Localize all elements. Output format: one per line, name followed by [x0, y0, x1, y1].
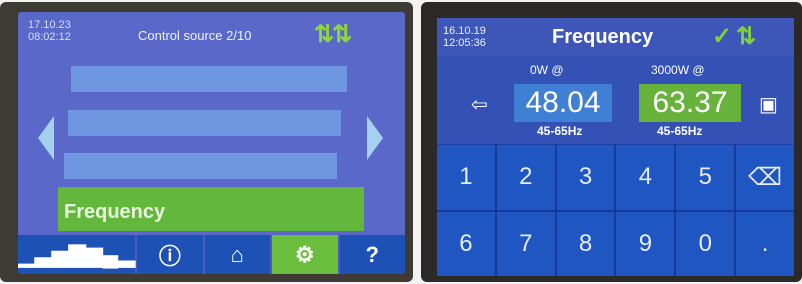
swap-arrows-icon: ⇅⇅ — [314, 21, 352, 48]
numeric-keypad: 1 2 3 4 5 ⌫ 6 7 8 9 0 . — [437, 145, 794, 276]
info-icon[interactable]: ⓘ — [137, 235, 205, 274]
power-low-label: 0W @ — [530, 63, 564, 77]
key-2[interactable]: 2 — [496, 145, 555, 210]
key-7[interactable]: 7 — [496, 211, 555, 276]
swap-arrows-icon: ⇅ — [736, 23, 756, 50]
list-item[interactable] — [68, 110, 341, 136]
next-arrow-icon[interactable] — [367, 116, 383, 160]
time-label: 12:05:36 — [443, 37, 486, 49]
datetime: 17.10.23 08:02:12 — [28, 19, 71, 43]
value-low-field[interactable]: 48.04 — [514, 84, 612, 122]
key-8[interactable]: 8 — [556, 211, 615, 276]
key-3[interactable]: 3 — [556, 145, 615, 210]
screen-title: Frequency — [552, 26, 654, 48]
save-icon[interactable]: ▣ — [759, 92, 778, 117]
frequency-screen: 16.10.19 12:05:36 Frequency ✓ ⇅ 0W @ 300… — [437, 18, 794, 276]
key-0[interactable]: 0 — [676, 211, 735, 276]
date-label: 16.10.19 — [443, 25, 486, 37]
previous-arrow-icon[interactable] — [38, 116, 54, 160]
range-low-label: 45-65Hz — [537, 124, 583, 138]
key-1[interactable]: 1 — [437, 145, 495, 210]
histogram-icon[interactable]: ▁▃▅▇▆▄▂ — [18, 235, 138, 274]
list-item[interactable] — [64, 153, 337, 179]
key-5[interactable]: 5 — [676, 145, 735, 210]
selected-item-frequency[interactable]: Frequency — [58, 187, 364, 231]
check-icon[interactable]: ✓ — [712, 22, 732, 51]
help-icon[interactable]: ? — [339, 235, 405, 274]
key-4[interactable]: 4 — [616, 145, 675, 210]
range-high-label: 45-65Hz — [657, 124, 703, 138]
backspace-icon[interactable]: ⌫ — [736, 145, 794, 210]
datetime: 16.10.19 12:05:36 — [443, 25, 486, 49]
time-label: 08:02:12 — [28, 31, 71, 43]
key-decimal[interactable]: . — [736, 211, 794, 276]
gear-icon[interactable]: ⚙ — [272, 235, 340, 274]
date-label: 17.10.23 — [28, 19, 71, 31]
value-high-field[interactable]: 63.37 — [639, 84, 741, 122]
key-6[interactable]: 6 — [437, 211, 495, 276]
power-high-label: 3000W @ — [651, 63, 705, 77]
device-photo-left: 17.10.23 08:02:12 Control source 2/10 ⇅⇅… — [0, 2, 413, 282]
control-source-screen: 17.10.23 08:02:12 Control source 2/10 ⇅⇅… — [18, 12, 405, 274]
bottom-nav: ▁▃▅▇▆▄▂ ⓘ ⌂ ⚙ ? — [18, 235, 405, 274]
list-item[interactable] — [71, 66, 347, 92]
home-icon[interactable]: ⌂ — [204, 235, 273, 274]
screen-title: Control source 2/10 — [138, 28, 252, 43]
key-9[interactable]: 9 — [616, 211, 675, 276]
exit-icon[interactable]: ⇦ — [471, 92, 488, 117]
device-photo-right: 16.10.19 12:05:36 Frequency ✓ ⇅ 0W @ 300… — [421, 2, 802, 282]
